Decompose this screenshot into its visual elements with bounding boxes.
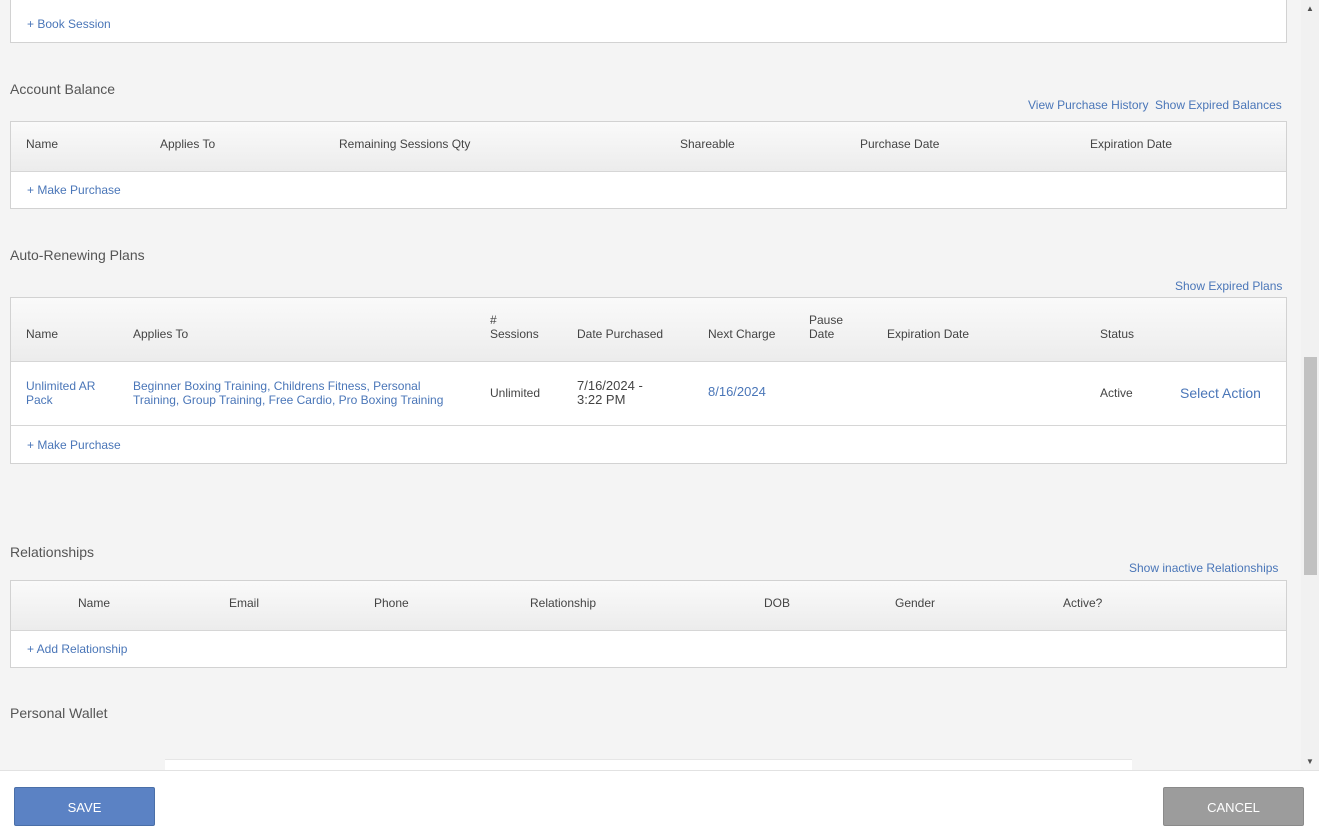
column-header: Purchase Date [860, 137, 940, 151]
auto-renewing-plans-table: Name Applies To # Sessions Date Purchase… [10, 297, 1287, 464]
column-header: Sessions [490, 327, 539, 341]
select-action-link[interactable]: Select Action [1180, 386, 1261, 400]
column-header: Name [26, 327, 59, 341]
show-expired-balances-link[interactable]: Show Expired Balances [1155, 98, 1282, 112]
footer-bar: SAVE CANCEL [0, 770, 1319, 836]
column-header: Relationship [530, 596, 597, 610]
column-header: Date Purchased [577, 327, 664, 341]
view-purchase-history-link[interactable]: View Purchase History [1028, 98, 1149, 112]
column-header: Name [26, 137, 59, 151]
column-header: DOB [764, 596, 791, 610]
column-header: Applies To [133, 327, 189, 341]
show-expired-plans-link[interactable]: Show Expired Plans [1175, 279, 1282, 293]
status-value: Active [1100, 386, 1133, 400]
scroll-up-icon[interactable]: ▲ [1301, 0, 1319, 17]
scrollbar-thumb[interactable] [1304, 357, 1317, 575]
column-header: Remaining Sessions Qty [339, 137, 471, 151]
auto-renewing-plans-title: Auto-Renewing Plans [10, 247, 145, 263]
relationships-header: Name Email Phone Relationship DOB Gender… [11, 581, 1286, 631]
cancel-button[interactable]: CANCEL [1163, 787, 1304, 826]
relationships-title: Relationships [10, 544, 95, 560]
sessions-table: + Book Session [10, 0, 1287, 43]
column-header: Applies To [160, 137, 216, 151]
column-header: Phone [374, 596, 409, 610]
column-header: Active? [1063, 596, 1103, 610]
book-session-link[interactable]: + Book Session [27, 17, 111, 31]
date-purchased-value: 7/16/2024 - [577, 378, 643, 393]
personal-wallet-title: Personal Wallet [10, 705, 108, 721]
applies-to-link[interactable]: Training, Group Training, Free Cardio, P… [133, 393, 443, 407]
sessions-value: Unlimited [490, 386, 541, 400]
column-header: Shareable [680, 137, 735, 151]
personal-wallet-panel [165, 759, 1132, 770]
column-header: Expiration Date [1090, 137, 1173, 151]
vertical-scrollbar[interactable]: ▲ ▼ [1301, 0, 1319, 770]
make-purchase-link[interactable]: + Make Purchase [27, 183, 121, 197]
column-header: Pause [809, 313, 844, 327]
next-charge-link[interactable]: 8/16/2024 [708, 385, 766, 399]
column-header: # [490, 313, 497, 327]
main-content: + Book Session Account Balance View Purc… [0, 0, 1301, 770]
plan-name-link[interactable]: Unlimited AR [26, 379, 95, 393]
column-header: Name [78, 596, 111, 610]
plan-name-link[interactable]: Pack [26, 393, 53, 407]
scroll-down-icon[interactable]: ▼ [1301, 753, 1319, 770]
save-button[interactable]: SAVE [14, 787, 155, 826]
date-purchased-value: 3:22 PM [577, 392, 626, 407]
column-header: Expiration Date [887, 327, 970, 341]
add-relationship-link[interactable]: + Add Relationship [27, 642, 127, 656]
account-balance-table: Name Applies To Remaining Sessions Qty S… [10, 121, 1287, 209]
table-row: Unlimited AR Pack Beginner Boxing Traini… [11, 362, 1286, 426]
show-inactive-relationships-link[interactable]: Show inactive Relationships [1129, 561, 1278, 575]
applies-to-link[interactable]: Beginner Boxing Training, Childrens Fitn… [133, 379, 420, 393]
column-header: Email [229, 596, 260, 610]
column-header: Gender [895, 596, 936, 610]
auto-renewing-header: Name Applies To # Sessions Date Purchase… [11, 298, 1286, 362]
column-header: Date [809, 327, 835, 341]
relationships-table: Name Email Phone Relationship DOB Gender… [10, 580, 1287, 668]
account-balance-header: Name Applies To Remaining Sessions Qty S… [11, 122, 1286, 172]
make-purchase-link[interactable]: + Make Purchase [27, 438, 121, 452]
account-balance-title: Account Balance [10, 81, 116, 97]
column-header: Status [1100, 327, 1135, 341]
column-header: Next Charge [708, 327, 776, 341]
